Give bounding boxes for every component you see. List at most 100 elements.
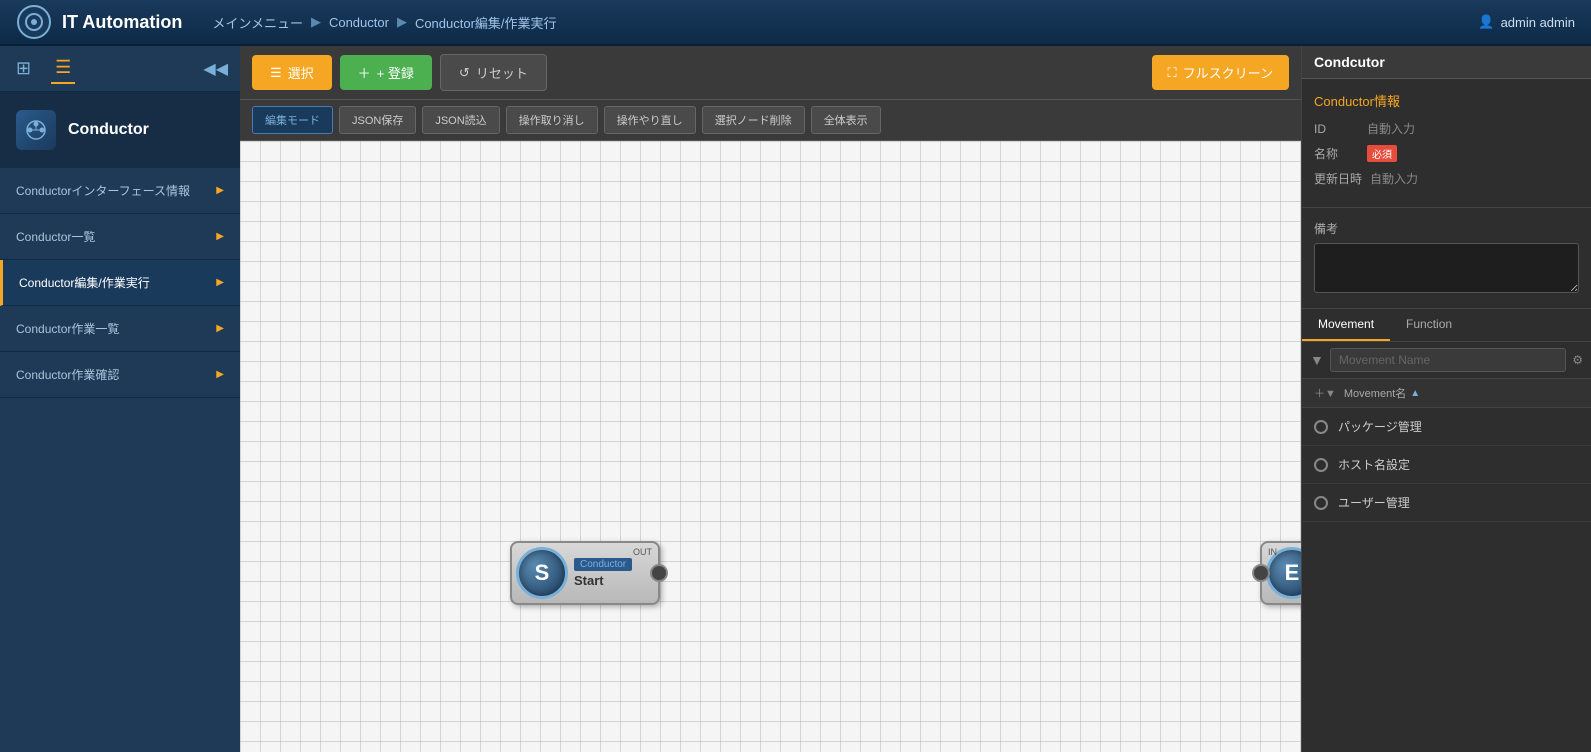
movement-item-2[interactable]: ユーザー管理 [1302, 484, 1591, 522]
sidebar-item-label-4: Conductor作業確認 [16, 366, 119, 383]
fullscreen-button[interactable]: ⛶ フルスクリーン [1152, 55, 1289, 90]
movement-radio-2[interactable] [1314, 496, 1328, 510]
conductor-info-title: Conductor情報 [1314, 91, 1579, 110]
sidebar-menu: Conductorインターフェース情報 ▶ Conductor一覧 ▶ Cond… [0, 168, 240, 752]
content-area: ☰ 選択 ＋ + 登録 ↺ リセット ⛶ フルスクリーン 編集モード JSON保… [240, 46, 1301, 752]
select-button[interactable]: ☰ 選択 [252, 55, 332, 90]
movement-name-0: パッケージ管理 [1338, 418, 1422, 435]
chevron-right-icon-2: ▶ [216, 277, 224, 288]
sidebar-title: Conductor [68, 121, 149, 139]
end-node-port-in[interactable] [1252, 564, 1270, 582]
top-nav: IT Automation メインメニュー ▶ Conductor ▶ Cond… [0, 0, 1591, 46]
movement-list: パッケージ管理 ホスト名設定 ユーザー管理 [1302, 408, 1591, 752]
app-title: IT Automation [62, 12, 182, 33]
movement-item-0[interactable]: パッケージ管理 [1302, 408, 1591, 446]
tab-function[interactable]: Function [1390, 309, 1468, 341]
breadcrumb-item-2[interactable]: Conductor編集/作業実行 [415, 13, 557, 32]
sidebar-item-work-confirm[interactable]: Conductor作業確認 ▶ [0, 352, 240, 398]
biko-section: 備考 [1302, 208, 1591, 309]
filter-icon: ▼ [1310, 352, 1324, 368]
list-icon-btn[interactable]: ☰ [51, 53, 75, 84]
id-row: ID 自動入力 [1314, 120, 1579, 137]
movement-col-header: Movement名 ▲ [1344, 385, 1420, 401]
start-node-out-label: OUT [633, 547, 652, 557]
start-node-label: Start [574, 573, 632, 588]
end-node[interactable]: IN E Conductor End [1260, 541, 1301, 605]
chevron-right-icon-3: ▶ [216, 323, 224, 334]
right-panel-header: Condcutor [1302, 46, 1591, 79]
fit-view-button[interactable]: 全体表示 [811, 106, 881, 134]
redo-button[interactable]: 操作やり直し [604, 106, 696, 134]
chevron-right-icon-0: ▶ [216, 185, 224, 196]
register-button[interactable]: ＋ + 登録 [340, 55, 432, 90]
updated-row: 更新日時 自動入力 [1314, 170, 1579, 187]
sidebar-header-icon [16, 110, 56, 150]
sidebar: ⊞ ☰ ◀◀ Conductor Conductorインターフェース情報 ▶ [0, 46, 240, 752]
sidebar-item-list[interactable]: Conductor一覧 ▶ [0, 214, 240, 260]
updated-value: 自動入力 [1370, 170, 1579, 187]
plus-icon: ＋ [358, 63, 371, 82]
add-movement-icon[interactable]: ＋▼ [1314, 385, 1336, 401]
sidebar-item-label-3: Conductor作業一覧 [16, 320, 119, 337]
sidebar-item-label-2: Conductor編集/作業実行 [19, 274, 150, 291]
biko-label: 備考 [1314, 220, 1579, 237]
movement-radio-0[interactable] [1314, 420, 1328, 434]
grid-icon-btn[interactable]: ⊞ [12, 54, 35, 83]
app-logo: IT Automation [16, 4, 182, 40]
sidebar-item-interface[interactable]: Conductorインターフェース情報 ▶ [0, 168, 240, 214]
delete-node-button[interactable]: 選択ノード削除 [702, 106, 805, 134]
sidebar-icon-bar: ⊞ ☰ ◀◀ [0, 46, 240, 92]
movement-list-header: ＋▼ Movement名 ▲ [1302, 379, 1591, 408]
start-node-circle: S [516, 547, 568, 599]
breadcrumb-item-0[interactable]: メインメニュー [212, 13, 303, 32]
select-icon: ☰ [270, 65, 282, 81]
panel-tabs: Movement Function [1302, 309, 1591, 342]
start-node-port-out[interactable] [650, 564, 668, 582]
start-node[interactable]: OUT S Conductor Start [510, 541, 660, 605]
fullscreen-icon: ⛶ [1168, 65, 1177, 81]
movement-radio-1[interactable] [1314, 458, 1328, 472]
tab-movement[interactable]: Movement [1302, 309, 1390, 341]
chevron-right-icon-4: ▶ [216, 369, 224, 380]
reset-icon: ↺ [459, 65, 470, 81]
reset-button[interactable]: ↺ リセット [440, 54, 547, 91]
sidebar-item-label-1: Conductor一覧 [16, 228, 95, 245]
chevron-right-icon-1: ▶ [216, 231, 224, 242]
biko-input[interactable] [1314, 243, 1579, 293]
sub-toolbar: 編集モード JSON保存 JSON読込 操作取り消し 操作やり直し 選択ノード削… [240, 100, 1301, 141]
movement-item-1[interactable]: ホスト名設定 [1302, 446, 1591, 484]
settings-icon[interactable]: ⚙ [1572, 353, 1583, 367]
id-label: ID [1314, 122, 1359, 136]
sidebar-item-edit[interactable]: Conductor編集/作業実行 ▶ [0, 260, 240, 306]
breadcrumb-sep-1: ▶ [397, 14, 407, 30]
conductor-info-section: Conductor情報 ID 自動入力 名称 必須 更新日時 自動入力 [1302, 79, 1591, 208]
required-badge: 必須 [1367, 145, 1397, 162]
json-load-button[interactable]: JSON読込 [422, 106, 499, 134]
movement-toolbar: ▼ ⚙ [1302, 342, 1591, 379]
user-icon: 👤 [1478, 14, 1494, 30]
sort-icon[interactable]: ▲ [1410, 388, 1420, 399]
collapse-sidebar-btn[interactable]: ◀◀ [203, 59, 228, 79]
name-label: 名称 [1314, 145, 1359, 162]
json-save-button[interactable]: JSON保存 [339, 106, 416, 134]
right-panel: Condcutor Conductor情報 ID 自動入力 名称 必須 更新日時… [1301, 46, 1591, 752]
sidebar-header: Conductor [0, 92, 240, 168]
breadcrumb: メインメニュー ▶ Conductor ▶ Conductor編集/作業実行 [212, 13, 1478, 32]
user-info: 👤 admin admin [1478, 14, 1575, 30]
canvas-area[interactable]: OUT S Conductor Start IN E Conductor [240, 141, 1301, 752]
movement-search-input[interactable] [1330, 348, 1566, 372]
sidebar-item-label-0: Conductorインターフェース情報 [16, 182, 190, 199]
updated-label: 更新日時 [1314, 170, 1362, 187]
name-row: 名称 必須 [1314, 145, 1579, 162]
breadcrumb-item-1[interactable]: Conductor [329, 15, 389, 30]
sidebar-item-work-list[interactable]: Conductor作業一覧 ▶ [0, 306, 240, 352]
right-panel-title: Condcutor [1314, 54, 1385, 70]
edit-mode-button[interactable]: 編集モード [252, 106, 333, 134]
logo-icon [16, 4, 52, 40]
start-node-tag: Conductor [574, 558, 632, 571]
breadcrumb-sep-0: ▶ [311, 14, 321, 30]
id-value: 自動入力 [1367, 120, 1579, 137]
movement-name-2: ユーザー管理 [1338, 494, 1410, 511]
undo-button[interactable]: 操作取り消し [506, 106, 598, 134]
main-toolbar: ☰ 選択 ＋ + 登録 ↺ リセット ⛶ フルスクリーン [240, 46, 1301, 100]
